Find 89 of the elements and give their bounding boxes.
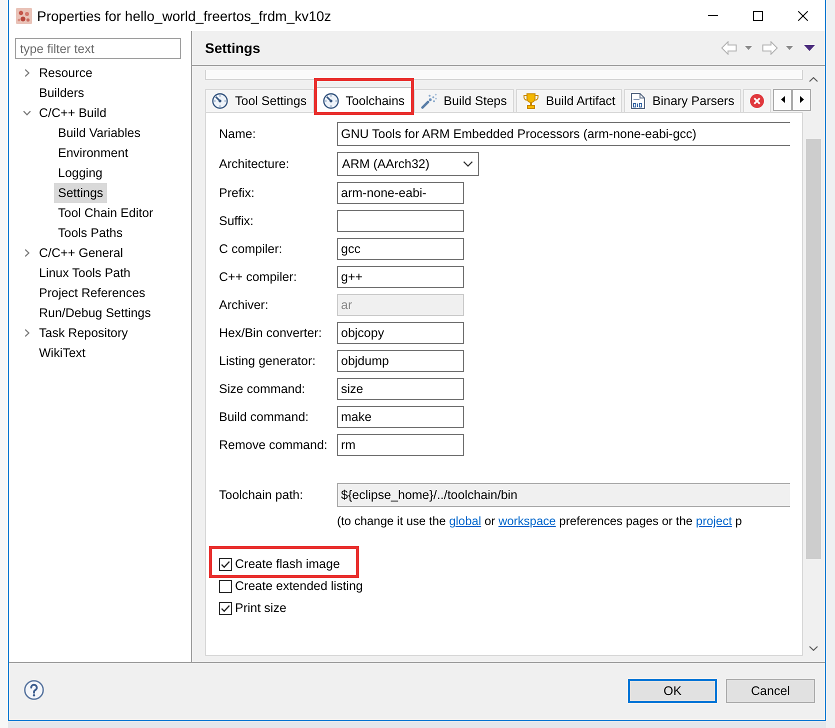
tree-item[interactable]: Builders <box>35 83 88 103</box>
text-field[interactable]: make <box>337 406 464 428</box>
triangle-right-icon <box>800 96 804 103</box>
text-field[interactable] <box>337 210 464 232</box>
chevron-icon[interactable] <box>23 109 31 117</box>
field-label: Listing generator: <box>219 354 316 368</box>
dialog-button[interactable]: Cancel <box>726 679 815 703</box>
scroll-left-button[interactable] <box>773 88 792 110</box>
link[interactable]: workspace <box>498 514 556 528</box>
help-icon[interactable] <box>24 680 44 700</box>
link[interactable]: project <box>696 514 732 528</box>
checkbox-label[interactable]: Create flash image <box>235 557 340 571</box>
tab[interactable]: Binary Parsers <box>624 89 742 112</box>
document-icon <box>631 93 646 109</box>
field-label: Size command: <box>219 382 306 396</box>
forward-arrow-icon[interactable] <box>762 41 778 55</box>
scroll-right-button[interactable] <box>792 88 812 110</box>
dropdown[interactable]: ARM (AArch32) <box>337 152 479 176</box>
field-label: C++ compiler: <box>219 270 297 284</box>
triangle-left-icon <box>780 96 785 103</box>
tree-item[interactable]: Task Repository <box>35 323 132 343</box>
caret-icon[interactable] <box>786 46 793 50</box>
field-label: Remove command: <box>219 438 328 452</box>
checkbox[interactable] <box>219 602 232 614</box>
trophy-icon <box>522 93 539 109</box>
tab[interactable]: Build Steps <box>414 89 514 112</box>
filter-field[interactable]: type filter text <box>15 38 181 59</box>
tree-item[interactable]: Environment <box>54 143 132 163</box>
text-field[interactable]: size <box>337 378 464 400</box>
field-label: Archiver: <box>219 298 268 312</box>
field-label: C compiler: <box>219 242 282 256</box>
view-menu-icon[interactable] <box>804 45 815 51</box>
checkbox-label[interactable]: Create extended listing <box>235 579 363 593</box>
tab[interactable] <box>743 89 772 112</box>
caret-icon <box>463 161 473 167</box>
checkbox[interactable] <box>219 558 232 570</box>
tab[interactable]: Tool Settings <box>205 89 314 112</box>
field-label: Suffix: <box>219 214 254 228</box>
link[interactable]: global <box>449 514 482 528</box>
text-field[interactable]: g++ <box>337 266 464 288</box>
tab[interactable]: Build Artifact <box>516 89 622 112</box>
scrollbar-thumb[interactable] <box>806 139 820 559</box>
spray-icon <box>420 93 437 109</box>
tree-item[interactable]: Tools Paths <box>54 223 127 243</box>
field-label: Build command: <box>219 410 309 424</box>
field-label: Name: <box>219 127 256 141</box>
chevron-icon[interactable] <box>23 329 31 337</box>
field-label: Architecture: <box>219 157 290 171</box>
close-icon <box>798 10 808 20</box>
tree-item[interactable]: C/C++ General <box>35 243 128 263</box>
checkbox-label[interactable]: Print size <box>235 601 286 615</box>
error-icon <box>750 94 764 108</box>
field-label: Toolchain path: <box>219 488 304 502</box>
checkbox[interactable] <box>219 580 232 592</box>
caret-icon[interactable] <box>745 46 752 50</box>
tab[interactable]: Toolchains <box>316 87 412 113</box>
text-field[interactable]: GNU Tools for ARM Embedded Processors (arm-none-eabi-gcc) <box>337 122 790 146</box>
text-field[interactable]: objcopy <box>337 322 464 344</box>
scroll-up-icon[interactable] <box>808 77 818 82</box>
maximize-icon <box>752 10 762 20</box>
text-field[interactable]: rm <box>337 434 464 456</box>
page-title: Settings <box>205 40 260 56</box>
chevron-icon[interactable] <box>23 249 31 257</box>
tree-item[interactable]: Project References <box>35 283 150 303</box>
dial-icon <box>322 92 339 108</box>
tree-item[interactable]: Logging <box>54 163 106 183</box>
chevron-icon[interactable] <box>23 69 31 77</box>
back-arrow-icon[interactable] <box>721 41 737 55</box>
text-field[interactable]: ${eclipse_home}/../toolchain/bin <box>337 483 790 507</box>
text-field[interactable]: objdump <box>337 350 464 372</box>
text-field[interactable]: arm-none-eabi- <box>337 182 464 204</box>
app-icon <box>16 8 32 24</box>
tree-item[interactable]: Build Variables <box>54 123 144 143</box>
hint-text: (to change it use the global or workspace preferences pages or the project p <box>337 513 742 529</box>
tree-item[interactable]: Resource <box>35 63 96 83</box>
text-field[interactable]: gcc <box>337 238 464 260</box>
window-title: Properties for hello_world_freertos_frdm_kv10z <box>37 8 332 24</box>
tree-item[interactable]: WikiText <box>35 343 90 363</box>
dial-icon <box>212 93 228 109</box>
field-label: Prefix: <box>219 186 254 200</box>
tree-item[interactable]: Tool Chain Editor <box>54 203 158 223</box>
tree-item[interactable]: Linux Tools Path <box>35 263 134 283</box>
tree-item[interactable]: Settings <box>54 183 108 203</box>
minimize-icon <box>708 15 718 16</box>
field-label: Hex/Bin converter: <box>219 326 322 340</box>
dialog-button[interactable]: OK <box>628 679 717 703</box>
scroll-down-icon[interactable] <box>808 646 818 651</box>
tree-item[interactable]: Run/Debug Settings <box>35 303 155 323</box>
tree-item[interactable]: C/C++ Build <box>35 103 110 123</box>
